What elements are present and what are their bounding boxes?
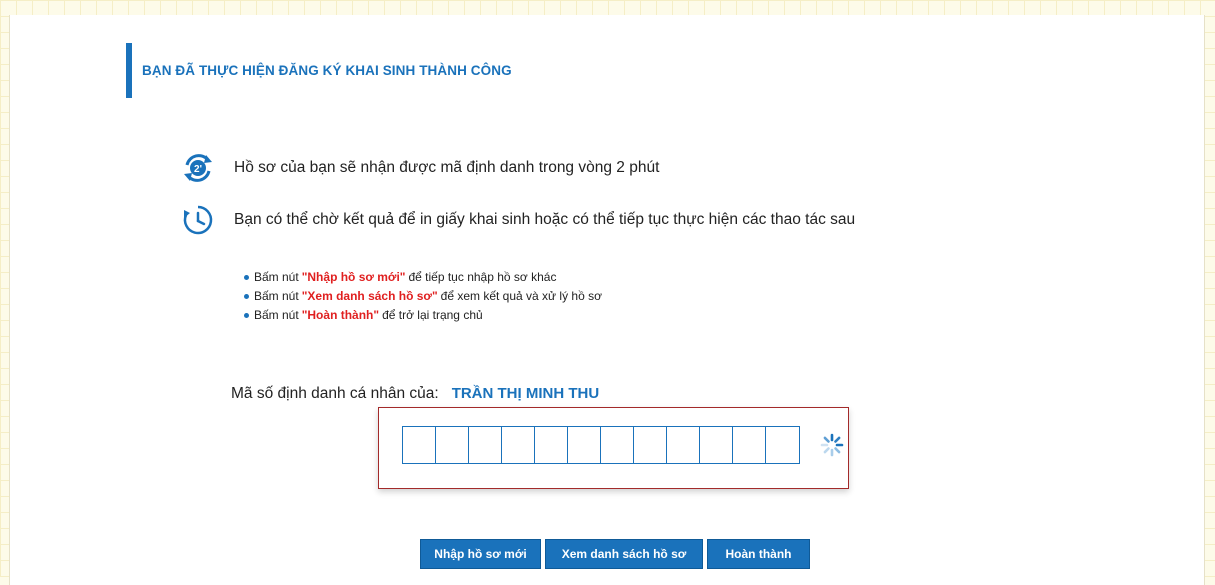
- code-digit-cell: [601, 427, 634, 463]
- code-digit-cell: [568, 427, 601, 463]
- code-digit-cell: [733, 427, 766, 463]
- clock-icon: [183, 205, 213, 235]
- instruction-prefix: Bấm nút: [254, 308, 299, 322]
- code-digit-cell: [469, 427, 502, 463]
- bullet-icon: [244, 275, 249, 280]
- code-digit-cell: [667, 427, 700, 463]
- info-text-options: Bạn có thể chờ kết quả để in giấy khai s…: [234, 211, 856, 228]
- new-record-button[interactable]: Nhập hồ sơ mới: [420, 539, 541, 569]
- identity-label: Mã số định danh cá nhân của:: [231, 385, 439, 402]
- code-digit-cell: [634, 427, 667, 463]
- info-text-waiting: Hồ sơ của bạn sẽ nhận được mã định danh …: [234, 159, 660, 176]
- code-digit-cell: [700, 427, 733, 463]
- code-digit-cell: [535, 427, 568, 463]
- content-panel: [9, 15, 1205, 585]
- done-button[interactable]: Hoàn thành: [707, 539, 810, 569]
- instruction-suffix: để xem kết quả và xử lý hồ sơ: [440, 289, 602, 303]
- refresh-2-minutes-icon: 2': [184, 154, 212, 182]
- loading-spinner-icon: [820, 433, 844, 457]
- list-item: Bấm nút "Nhập hồ sơ mới" để tiếp tục nhậ…: [244, 268, 602, 287]
- instruction-suffix: để trở lại trạng chủ: [382, 308, 483, 322]
- citizen-name: TRẦN THỊ MINH THU: [451, 385, 600, 402]
- bullet-icon: [244, 313, 249, 318]
- svg-text:2': 2': [194, 164, 202, 175]
- info-row-waiting: 2' Hồ sơ của bạn sẽ nhận được mã định da…: [181, 151, 659, 185]
- instruction-prefix: Bấm nút: [254, 289, 299, 303]
- code-digit-cell: [502, 427, 535, 463]
- list-item: Bấm nút "Xem danh sách hồ sơ" để xem kết…: [244, 287, 602, 306]
- instruction-highlight: "Nhập hồ sơ mới": [301, 270, 406, 284]
- instruction-highlight: "Hoàn thành": [301, 308, 380, 322]
- identity-code-cells: [402, 426, 800, 464]
- identity-code-box: [378, 407, 849, 489]
- identity-label-row: Mã số định danh cá nhân của: TRẦN THỊ MI…: [231, 385, 599, 403]
- code-digit-cell: [403, 427, 436, 463]
- instruction-suffix: để tiếp tục nhập hồ sơ khác: [408, 270, 557, 284]
- code-digit-cell: [436, 427, 469, 463]
- page-title: BẠN ĐÃ THỰC HIỆN ĐĂNG KÝ KHAI SINH THÀNH…: [126, 43, 512, 98]
- info-row-options: Bạn có thể chờ kết quả để in giấy khai s…: [181, 203, 855, 237]
- instruction-prefix: Bấm nút: [254, 270, 299, 284]
- view-record-list-button[interactable]: Xem danh sách hồ sơ: [545, 539, 703, 569]
- code-digit-cell: [766, 427, 799, 463]
- instruction-list: Bấm nút "Nhập hồ sơ mới" để tiếp tục nhậ…: [244, 268, 602, 325]
- instruction-highlight: "Xem danh sách hồ sơ": [301, 289, 438, 303]
- bullet-icon: [244, 294, 249, 299]
- list-item: Bấm nút "Hoàn thành" để trở lại trạng ch…: [244, 306, 602, 325]
